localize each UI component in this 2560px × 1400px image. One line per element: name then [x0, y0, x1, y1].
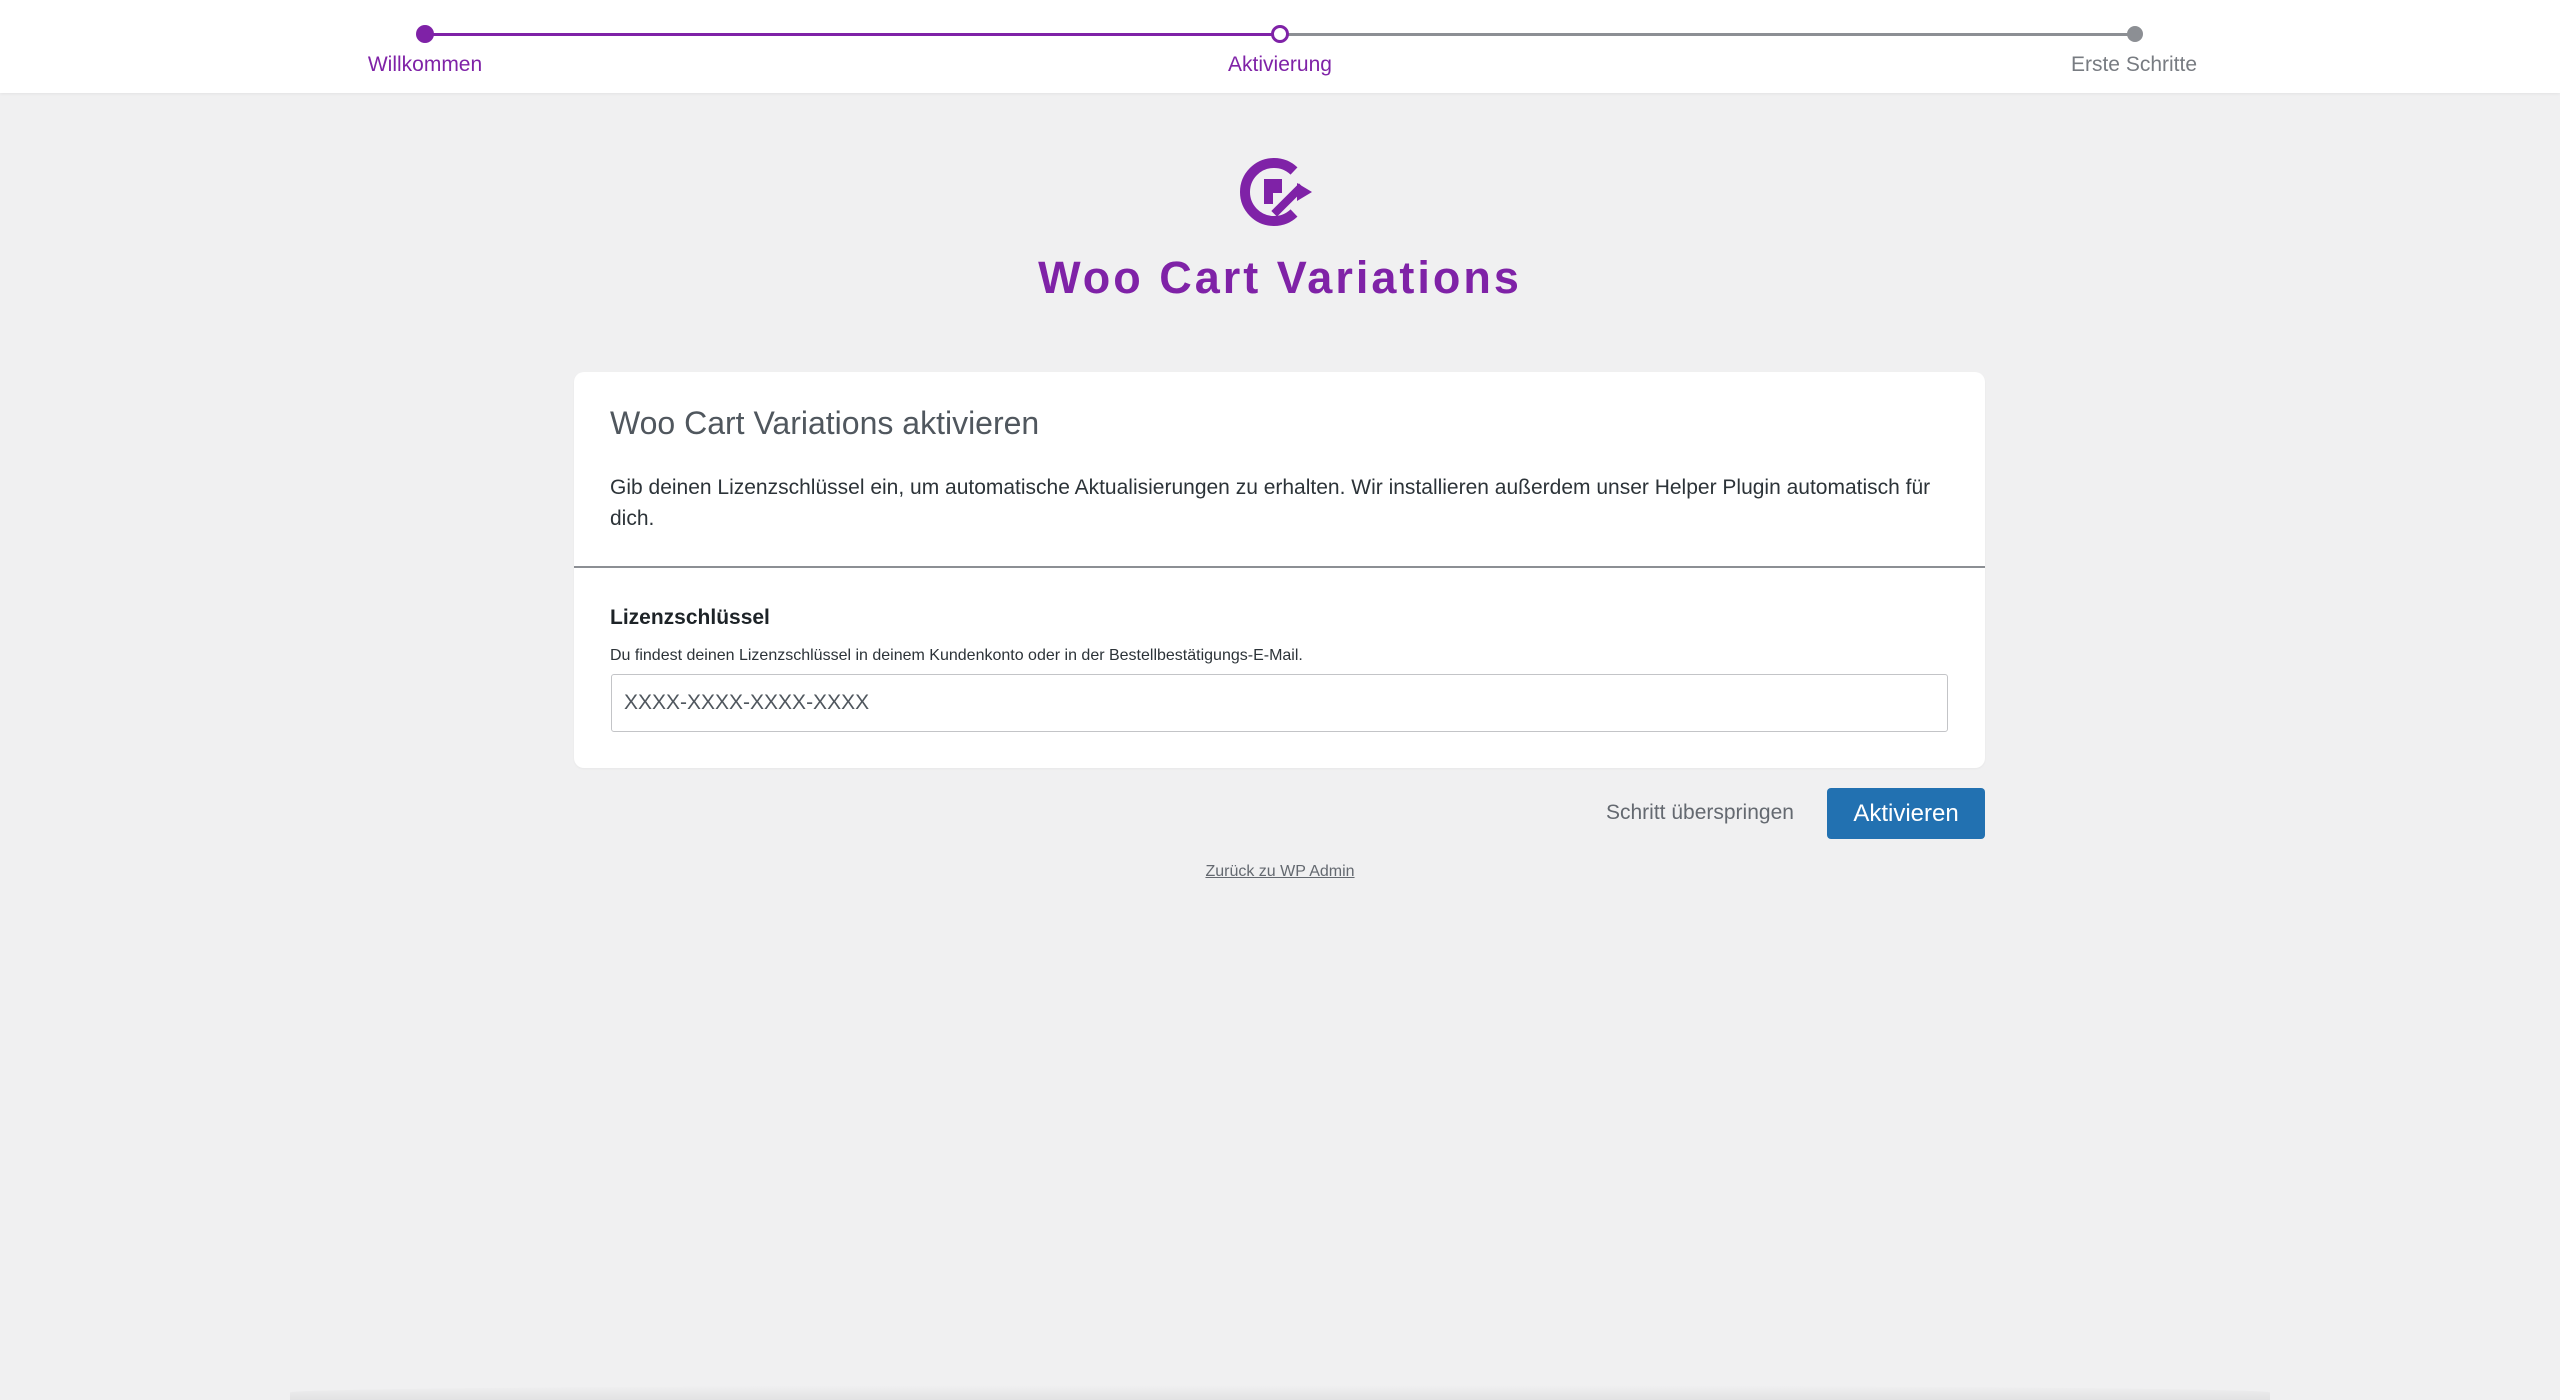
step-dot-willkommen[interactable]	[416, 25, 434, 43]
bottom-shadow	[290, 1385, 2270, 1400]
back-link-container: Zurück zu WP Admin	[0, 862, 2560, 882]
step-dot-aktivierung	[1271, 25, 1289, 43]
woo-cart-variations-logo-icon	[1237, 156, 1323, 228]
step-label-willkommen[interactable]: Willkommen	[368, 52, 482, 78]
activation-card: Woo Cart Variations aktivieren Gib deine…	[574, 372, 1985, 768]
card-heading: Woo Cart Variations aktivieren	[610, 405, 1040, 441]
license-key-label: Lizenzschlüssel	[610, 606, 770, 629]
card-intro-text: Gib deinen Lizenzschlüssel ein, um autom…	[610, 476, 1931, 530]
setup-stepper: Willkommen Aktivierung Erste Schritte	[0, 0, 2560, 93]
skip-step-button[interactable]: Schritt überspringen	[1594, 788, 1806, 838]
license-key-input[interactable]	[611, 674, 1948, 732]
stepper-track-completed	[425, 33, 1280, 36]
step-label-erste-schritte: Erste Schritte	[2070, 53, 2198, 76]
card-divider	[574, 566, 1985, 568]
activate-button[interactable]: Aktivieren	[1827, 788, 1985, 839]
license-key-help-text: Du findest deinen Lizenzschlüssel in dei…	[610, 647, 1303, 664]
back-to-wp-admin-link[interactable]: Zurück zu WP Admin	[1205, 863, 1354, 880]
plugin-title: Woo Cart Variations	[1038, 252, 1522, 303]
step-label-aktivierung: Aktivierung	[1228, 53, 1332, 76]
stepper-track-upcoming	[1280, 33, 2135, 36]
step-dot-erste-schritte	[2127, 26, 2143, 42]
